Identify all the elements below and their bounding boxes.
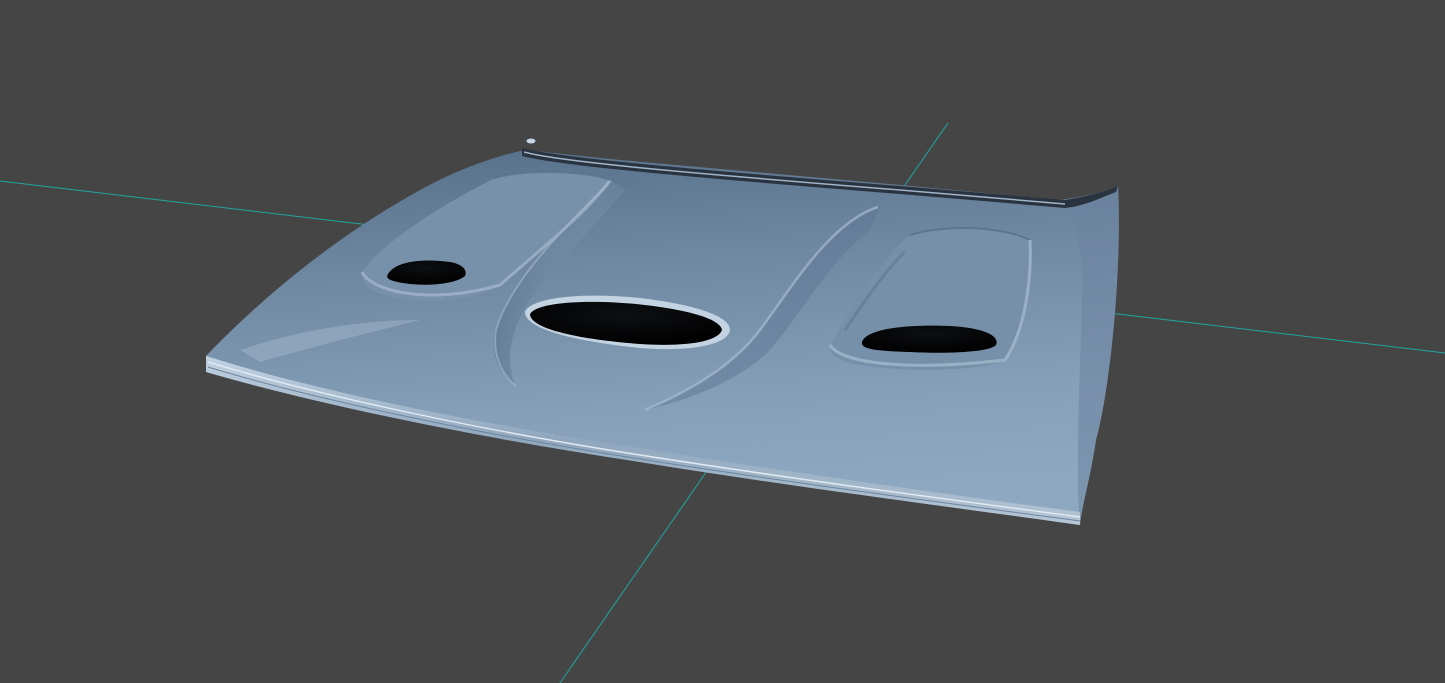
3d-viewport[interactable]: [0, 0, 1445, 683]
hood-model[interactable]: [206, 137, 1119, 525]
viewport-canvas[interactable]: [0, 0, 1445, 683]
hinge-pin-icon: [525, 137, 537, 145]
